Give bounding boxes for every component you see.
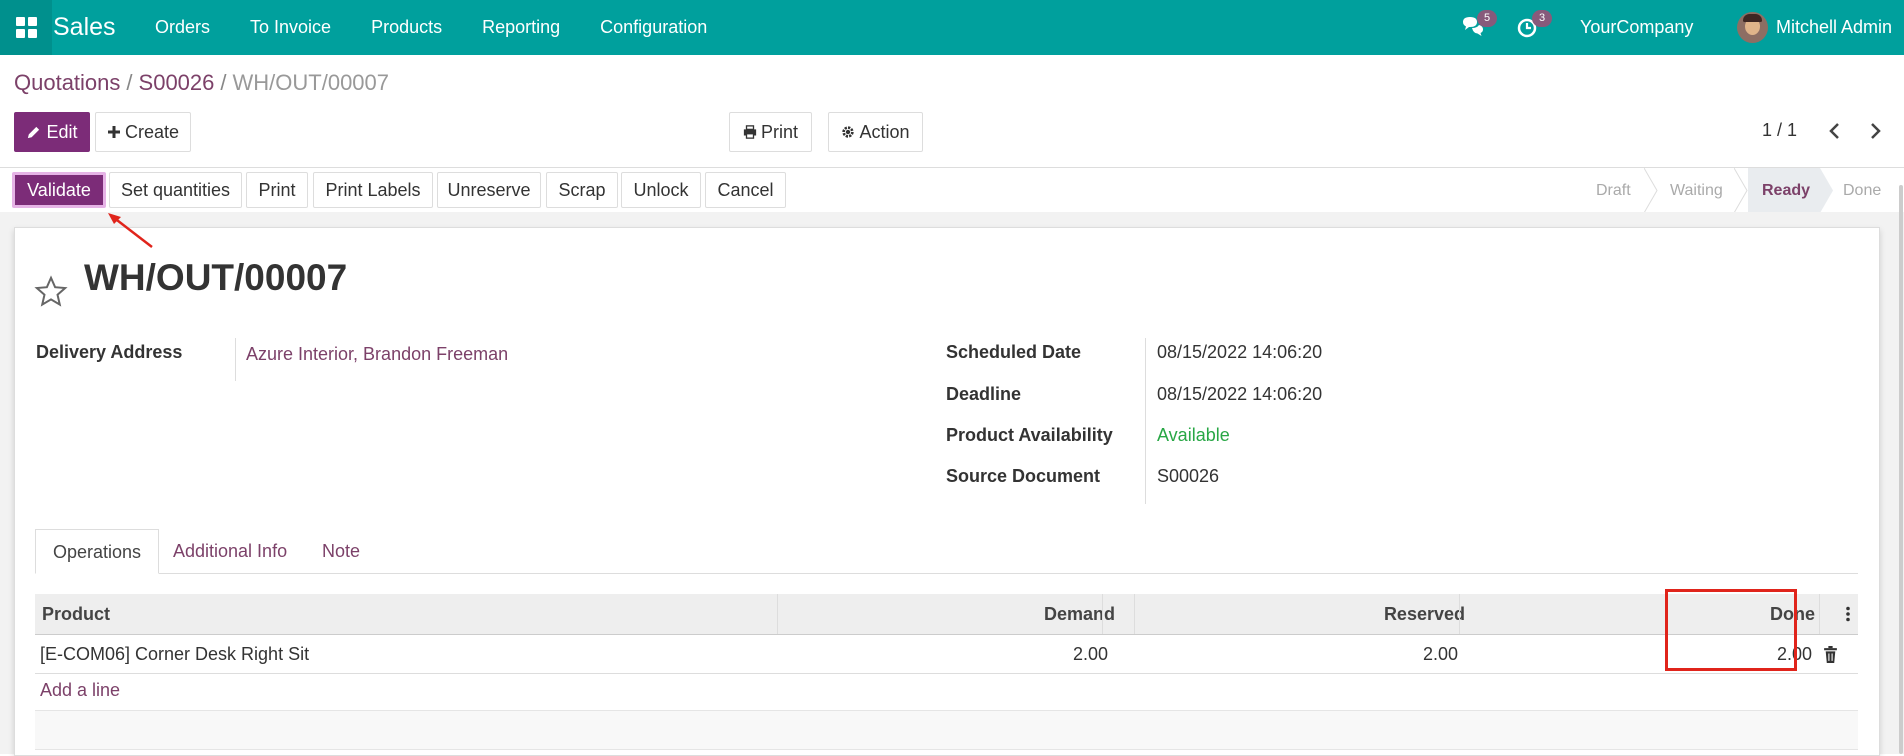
done-column-highlight xyxy=(1665,589,1797,671)
validate-button[interactable]: Validate xyxy=(12,172,106,208)
apps-grid-icon xyxy=(15,17,37,38)
breadcrumb-separator: / xyxy=(126,70,133,95)
tabs-divider xyxy=(35,573,1858,574)
page-scrollbar[interactable] xyxy=(1899,185,1903,754)
pager-next-button[interactable] xyxy=(1862,118,1888,144)
menu-reporting[interactable]: Reporting xyxy=(482,0,560,55)
menu-configuration[interactable]: Configuration xyxy=(600,0,707,55)
activities-badge: 3 xyxy=(1532,10,1552,27)
unreserve-button[interactable]: Unreserve xyxy=(437,172,541,208)
stage-done: Done xyxy=(1843,182,1882,199)
gear-icon xyxy=(842,126,855,138)
tab-operations[interactable]: Operations xyxy=(35,529,160,574)
stage-ready: Ready xyxy=(1748,168,1820,213)
deadline-field[interactable]: 08/15/2022 14:06:20 xyxy=(1157,384,1322,405)
product-availability-value: Available xyxy=(1157,425,1230,445)
scheduled-date-label: Scheduled Date xyxy=(946,342,1082,362)
tab-additional-info[interactable]: Additional Info xyxy=(173,529,287,574)
statusbar: Validate Set quantities Print Print Labe… xyxy=(0,167,1904,214)
messages-badge: 5 xyxy=(1477,10,1497,27)
source-document-label: Source Document xyxy=(946,466,1101,486)
pager-previous-button[interactable] xyxy=(1822,118,1848,144)
messages-button[interactable]: 5 xyxy=(1460,10,1497,40)
edit-button[interactable]: Edit xyxy=(14,112,90,152)
delivery-address-label: Delivery Address xyxy=(36,342,183,362)
delivery-address-field[interactable]: Azure Interior, Brandon Freeman xyxy=(246,344,508,365)
cell-reserved: 2.00 xyxy=(1422,644,1458,664)
deadline-label: Deadline xyxy=(946,384,1022,404)
column-product[interactable]: Product xyxy=(42,594,110,634)
user-avatar[interactable] xyxy=(1737,12,1768,43)
form-sheet xyxy=(14,227,1880,756)
stage-divider xyxy=(1644,168,1658,213)
add-line-link[interactable]: Add a line xyxy=(40,680,120,701)
pager-value[interactable]: 1 / 1 xyxy=(1762,120,1797,141)
breadcrumb-current: WH/OUT/00007 xyxy=(232,70,390,95)
table-header: Product Demand Reserved Done xyxy=(35,594,1858,635)
trash-icon[interactable] xyxy=(1823,646,1838,663)
menu-orders[interactable]: Orders xyxy=(155,0,210,55)
column-options-icon[interactable] xyxy=(1845,606,1851,622)
chevron-left-icon xyxy=(1829,123,1839,139)
empty-row xyxy=(35,710,1858,750)
cell-demand: 2.00 xyxy=(1072,644,1108,664)
stage-divider xyxy=(1820,168,1833,213)
activities-button[interactable]: 3 xyxy=(1515,10,1552,40)
menu-to-invoice[interactable]: To Invoice xyxy=(250,0,331,55)
stage-draft: Draft xyxy=(1596,182,1631,199)
print-menu-label: Print xyxy=(760,121,798,142)
breadcrumb-separator: / xyxy=(220,70,227,95)
product-availability-label: Product Availability xyxy=(946,425,1113,445)
cell-product: [E-COM06] Corner Desk Right Sit xyxy=(40,644,310,664)
tab-note[interactable]: Note xyxy=(322,529,360,574)
cancel-button[interactable]: Cancel xyxy=(705,172,786,208)
action-menu-button[interactable]: Action xyxy=(828,112,923,152)
scrap-button[interactable]: Scrap xyxy=(546,172,618,208)
unlock-button[interactable]: Unlock xyxy=(621,172,701,208)
main-menu: Orders To Invoice Products Reporting Con… xyxy=(155,0,747,55)
column-reserved[interactable]: Reserved xyxy=(1165,594,1465,634)
stage-waiting: Waiting xyxy=(1670,182,1723,199)
source-document-field[interactable]: S00026 xyxy=(1157,466,1219,487)
breadcrumb: Quotations / S00026/WH/OUT/00007 xyxy=(14,70,389,96)
table-row[interactable]: [E-COM06] Corner Desk Right Sit 2.00 2.0… xyxy=(35,635,1858,674)
chevron-right-icon xyxy=(1871,123,1881,139)
edit-button-label: Edit xyxy=(46,121,78,142)
company-switcher[interactable]: YourCompany xyxy=(1580,0,1693,55)
column-demand[interactable]: Demand xyxy=(815,594,1115,634)
create-button-label: Create xyxy=(124,121,180,142)
printer-icon xyxy=(743,125,757,139)
scheduled-date-field[interactable]: 08/15/2022 14:06:20 xyxy=(1157,342,1322,363)
top-navbar: Sales Orders To Invoice Products Reporti… xyxy=(0,0,1904,55)
create-button[interactable]: Create xyxy=(95,112,191,152)
set-quantities-button[interactable]: Set quantities xyxy=(109,172,242,208)
star-icon[interactable] xyxy=(34,275,68,309)
annotation-arrow xyxy=(108,213,153,248)
stage-divider xyxy=(1734,168,1748,213)
app-brand[interactable]: Sales xyxy=(53,0,116,55)
user-menu[interactable]: Mitchell Admin xyxy=(1776,0,1892,55)
menu-products[interactable]: Products xyxy=(371,0,442,55)
record-title: WH/OUT/00007 xyxy=(84,257,348,298)
breadcrumb-quotations[interactable]: Quotations xyxy=(14,70,120,95)
print-menu-button[interactable]: Print xyxy=(729,112,812,152)
print-button[interactable]: Print xyxy=(246,172,308,208)
pencil-icon xyxy=(28,126,40,138)
apps-menu-button[interactable] xyxy=(0,0,52,55)
action-menu-label: Action xyxy=(859,121,910,142)
breadcrumb-order[interactable]: S00026 xyxy=(139,70,215,95)
print-labels-button[interactable]: Print Labels xyxy=(313,172,433,208)
plus-icon xyxy=(107,126,120,138)
